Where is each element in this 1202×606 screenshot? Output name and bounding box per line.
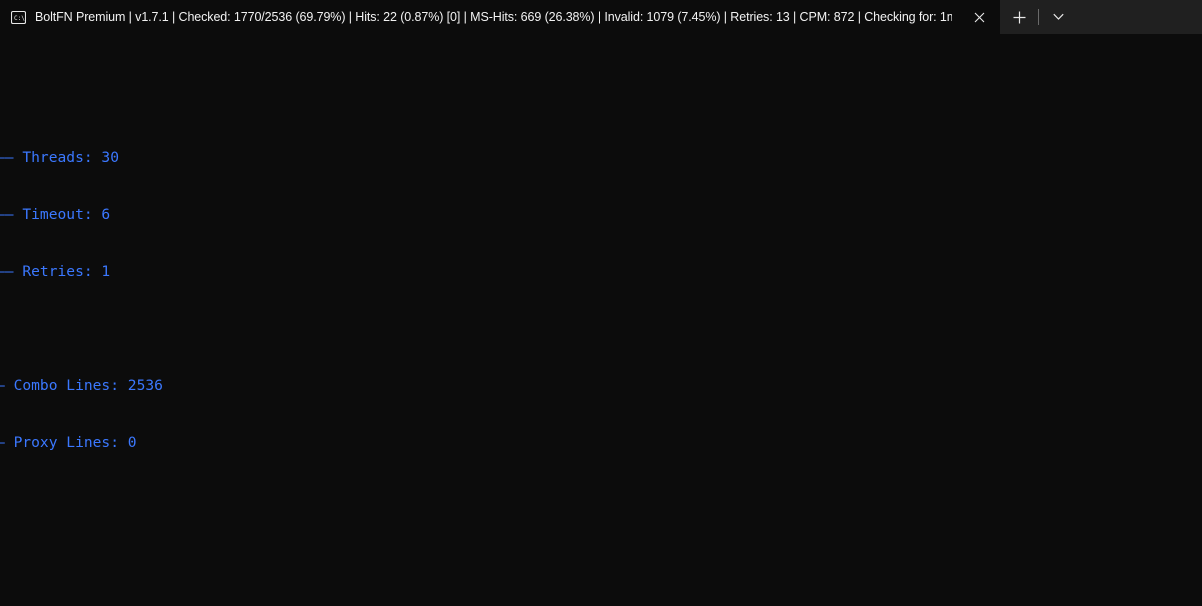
config-line: —— Retries: 1 [0,263,111,280]
config-line: —— Threads: 30 [0,149,120,166]
config-line: —— Timeout: 6 [0,206,111,223]
config-line-blank [0,490,1202,509]
chevron-down-icon[interactable] [1039,0,1077,34]
tab-bar-controls [1000,0,1077,34]
config-line: — Proxy Lines: 0 [0,434,137,451]
terminal-output-pane[interactable]: —— Threads: 30 —— Timeout: 6 —— Retries:… [0,34,1202,606]
config-line: — Combo Lines: 2536 [0,377,163,394]
config-block: —— Threads: 30 —— Timeout: 6 —— Retries:… [0,110,1202,547]
command-prompt-icon: C:\ [10,10,27,25]
titlebar-drag-area [1077,0,1202,34]
config-line-blank [0,319,1202,338]
new-tab-button[interactable] [1000,0,1038,34]
close-tab-button[interactable] [965,4,993,30]
terminal-screen: —— Threads: 30 —— Timeout: 6 —— Retries:… [0,34,1202,606]
tab-title: BoltFN Premium | v1.7.1 | Checked: 1770/… [35,9,952,24]
window-title-bar: C:\ BoltFN Premium | v1.7.1 | Checked: 1… [0,0,1202,34]
terminal-tab[interactable]: C:\ BoltFN Premium | v1.7.1 | Checked: 1… [0,0,1000,34]
svg-text:C:\: C:\ [14,15,25,22]
